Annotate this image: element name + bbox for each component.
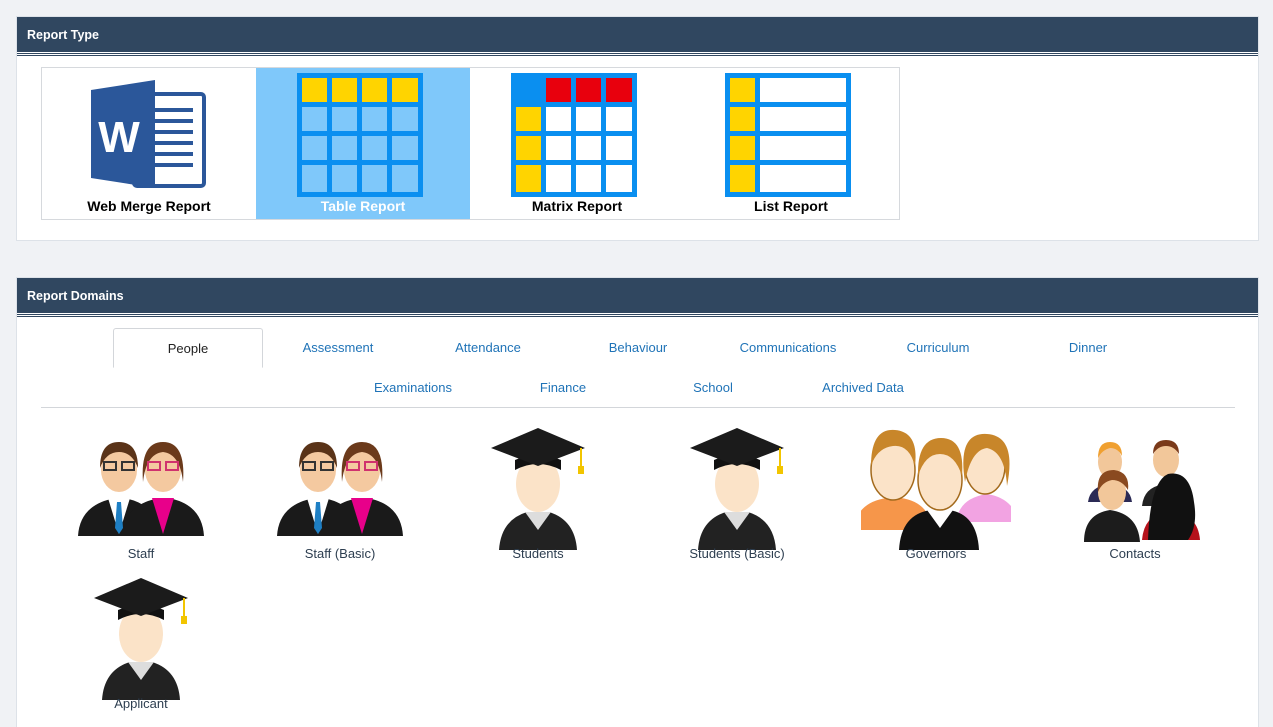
- tab-attendance[interactable]: Attendance: [413, 328, 563, 368]
- tab-curriculum[interactable]: Curriculum: [863, 328, 1013, 368]
- tab-archived-data[interactable]: Archived Data: [788, 368, 938, 408]
- matrix-report-card[interactable]: Matrix Report: [470, 68, 684, 219]
- report-domains-panel: Report Domains People Assessment Attenda…: [16, 277, 1259, 727]
- report-type-selector: W Web Merge Report Table Report Matrix R…: [41, 67, 900, 220]
- report-type-panel: Report Type W Web Merge Report Table Rep…: [16, 16, 1259, 241]
- contacts-icon: [1084, 440, 1200, 542]
- tab-dinner[interactable]: Dinner: [1013, 328, 1163, 368]
- list-report-label: List Report: [754, 198, 828, 214]
- report-type-header: Report Type: [17, 17, 1258, 55]
- domain-label: Contacts: [1109, 546, 1161, 561]
- domain-governors[interactable]: Governors: [861, 422, 1011, 572]
- domain-label: Staff: [127, 546, 155, 561]
- tab-people[interactable]: People: [113, 328, 263, 368]
- tab-divider: [41, 407, 1235, 408]
- domain-label: Staff (Basic): [304, 546, 376, 561]
- domain-contacts[interactable]: Contacts: [1060, 422, 1210, 572]
- domain-staff[interactable]: Staff: [66, 422, 216, 572]
- tab-school[interactable]: School: [638, 368, 788, 408]
- group-icon: [861, 429, 1011, 550]
- tab-assessment[interactable]: Assessment: [263, 328, 413, 368]
- tab-finance[interactable]: Finance: [488, 368, 638, 408]
- domain-label: Students: [512, 546, 564, 561]
- web-merge-report-card[interactable]: W Web Merge Report: [42, 68, 256, 219]
- table-report-label: Table Report: [320, 198, 406, 214]
- domain-staff-basic[interactable]: Staff (Basic): [265, 422, 415, 572]
- staff-icon: [78, 442, 204, 536]
- domain-students[interactable]: Students: [463, 422, 613, 572]
- table-report-card[interactable]: Table Report: [256, 68, 470, 219]
- word-document-icon: W: [91, 80, 206, 188]
- list-grid-icon: [725, 73, 851, 197]
- tab-behaviour[interactable]: Behaviour: [563, 328, 713, 368]
- svg-text:W: W: [98, 113, 140, 162]
- tab-examinations[interactable]: Examinations: [338, 368, 488, 408]
- tab-communications[interactable]: Communications: [713, 328, 863, 368]
- report-domains-header: Report Domains: [17, 278, 1258, 316]
- domain-tabs: People Assessment Attendance Behaviour C…: [17, 328, 1258, 408]
- domain-label: Students (Basic): [689, 546, 785, 561]
- table-grid-icon: [297, 73, 423, 197]
- web-merge-report-label: Web Merge Report: [87, 198, 211, 214]
- staff-icon: [277, 442, 403, 536]
- domain-applicant[interactable]: Applicant: [66, 572, 216, 722]
- graduate-icon: [491, 428, 585, 550]
- matrix-grid-icon: [511, 73, 637, 197]
- list-report-card[interactable]: List Report: [684, 68, 898, 219]
- graduate-icon: [690, 428, 784, 550]
- domain-label: Governors: [905, 546, 967, 561]
- domain-students-basic[interactable]: Students (Basic): [662, 422, 812, 572]
- domain-label: Applicant: [114, 696, 168, 711]
- matrix-report-label: Matrix Report: [531, 198, 623, 214]
- graduate-icon: [94, 578, 188, 700]
